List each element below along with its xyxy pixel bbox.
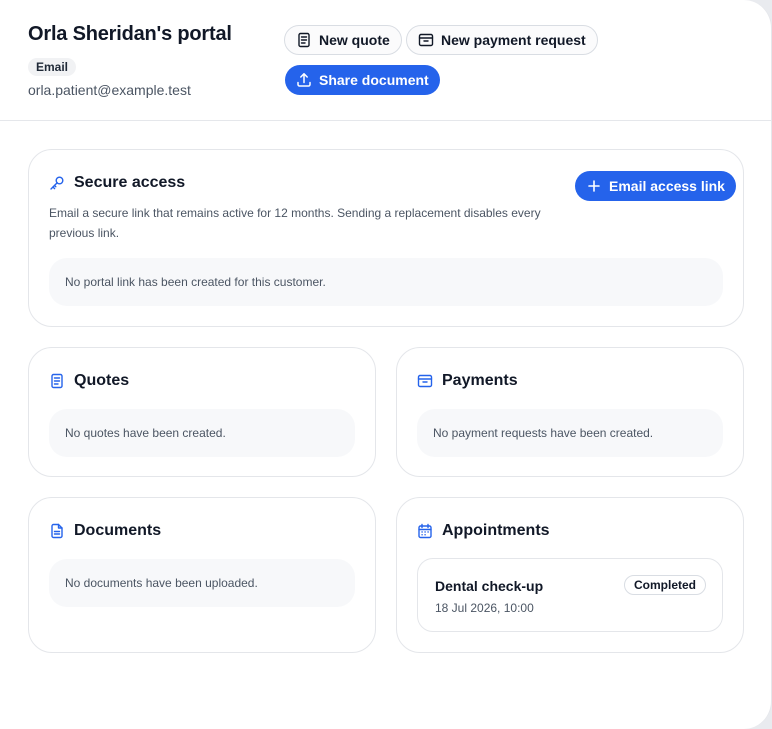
share-document-button[interactable]: Share document [285, 65, 440, 95]
share-document-label: Share document [319, 72, 429, 88]
new-quote-label: New quote [319, 32, 390, 48]
secure-access-card: Secure access Email access link Email a … [28, 149, 744, 327]
appointments-card: Appointments Dental check-up 18 Jul 2026… [396, 497, 744, 653]
quotes-card: Quotes No quotes have been created. [28, 347, 376, 477]
payments-title: Payments [442, 372, 518, 389]
new-quote-button[interactable]: New quote [284, 25, 402, 55]
quotes-title: Quotes [74, 372, 130, 389]
documents-title: Documents [74, 522, 162, 539]
calendar-icon [417, 523, 433, 539]
file-icon [49, 523, 65, 539]
portal-link-empty-state: No portal link has been created for this… [49, 258, 723, 306]
appointments-heading: Appointments [417, 522, 550, 540]
payment-box-icon [418, 32, 434, 48]
customer-email: orla.patient@example.test [28, 82, 191, 98]
plus-icon [586, 178, 602, 194]
documents-empty-state: No documents have been uploaded. [49, 559, 355, 607]
email-access-link-label: Email access link [609, 178, 725, 194]
new-payment-request-label: New payment request [441, 32, 586, 48]
payments-heading: Payments [417, 372, 518, 390]
documents-heading: Documents [49, 522, 161, 540]
portal-page: Orla Sheridan's portal Email orla.patien… [0, 0, 772, 729]
payments-card: Payments No payment requests have been c… [396, 347, 744, 477]
page-header: Orla Sheridan's portal Email orla.patien… [0, 0, 772, 121]
quotes-heading: Quotes [49, 372, 129, 390]
document-lines-icon [296, 32, 312, 48]
email-access-link-button[interactable]: Email access link [575, 171, 736, 201]
secure-access-title: Secure access [74, 174, 186, 191]
secure-access-description: Email a secure link that remains active … [49, 206, 541, 240]
appointment-datetime: 18 Jul 2026, 10:00 [435, 601, 534, 615]
contact-method-badge: Email [28, 58, 77, 76]
page-title: Orla Sheridan's portal [28, 23, 232, 45]
appointment-name: Dental check-up [435, 578, 544, 594]
payment-box-icon [417, 373, 433, 389]
documents-card: Documents No documents have been uploade… [28, 497, 376, 653]
appointments-title: Appointments [442, 522, 550, 539]
secure-access-heading: Secure access [49, 174, 185, 192]
appointment-item[interactable]: Dental check-up 18 Jul 2026, 10:00 Compl… [417, 558, 723, 632]
upload-icon [296, 72, 312, 88]
key-icon [49, 175, 65, 191]
document-lines-icon [49, 373, 65, 389]
appointment-status-badge: Completed [623, 575, 706, 595]
quotes-empty-state: No quotes have been created. [49, 409, 355, 457]
new-payment-request-button[interactable]: New payment request [406, 25, 598, 55]
payments-empty-state: No payment requests have been created. [417, 409, 723, 457]
